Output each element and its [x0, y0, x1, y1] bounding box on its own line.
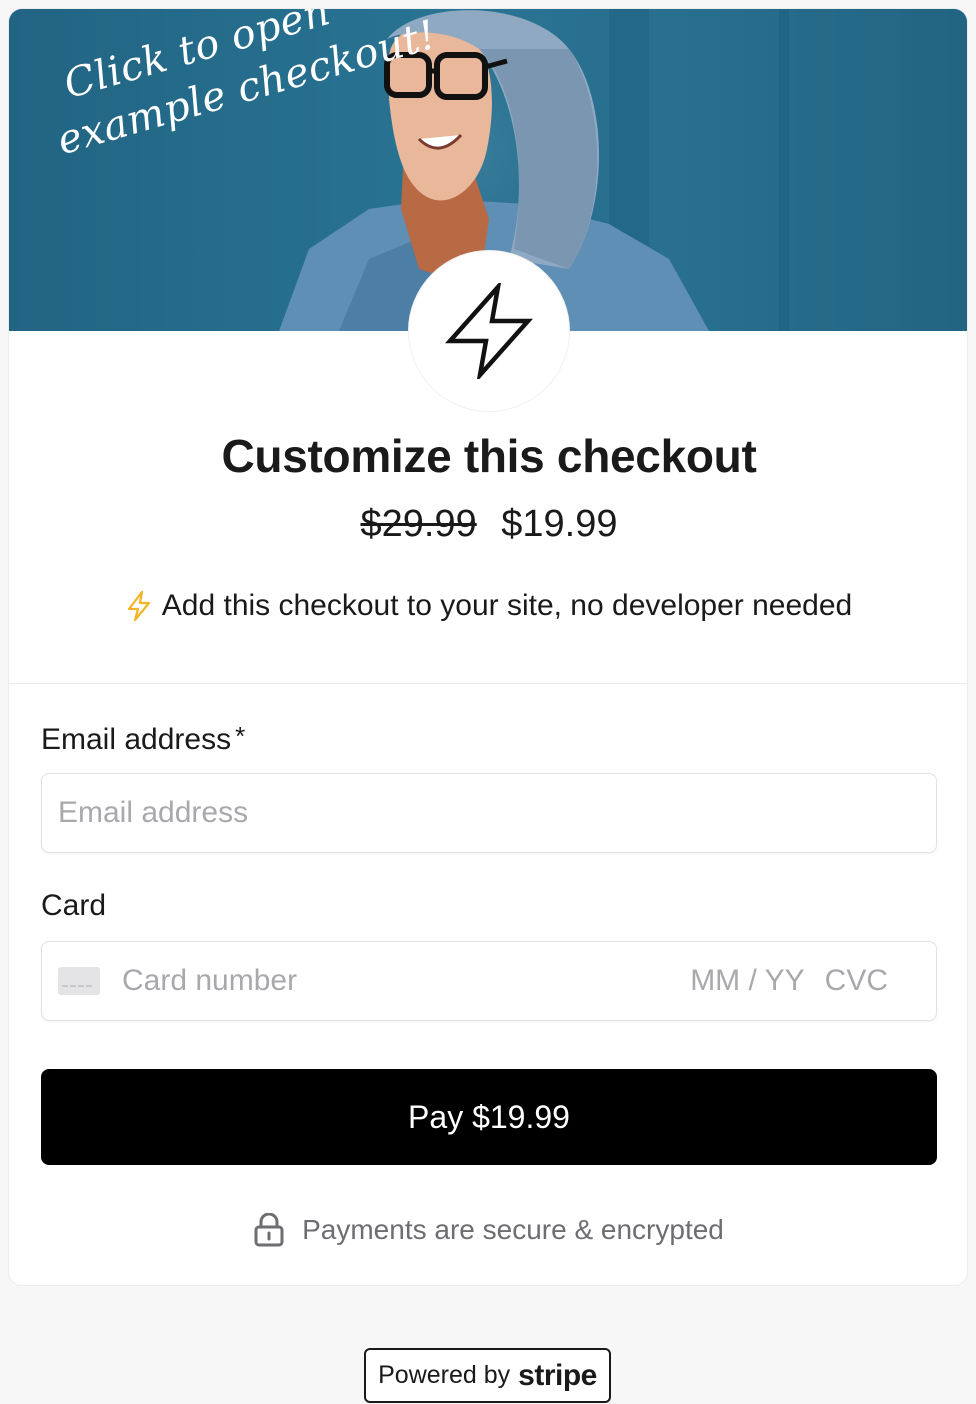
lightning-bolt-icon: [444, 283, 534, 379]
pay-button[interactable]: Pay $19.99: [41, 1069, 937, 1165]
price-row: $29.99 $19.99: [9, 503, 967, 546]
credit-card-icon: [58, 967, 100, 995]
secure-notice-text: Payments are secure & encrypted: [302, 1214, 724, 1245]
required-mark: *: [235, 721, 246, 751]
card-number-input[interactable]: Card number: [122, 964, 690, 998]
card-expiry-input[interactable]: MM / YY: [690, 964, 804, 998]
product-description-text: Add this checkout to your site, no devel…: [161, 589, 853, 622]
email-field-wrapper: [41, 773, 937, 853]
product-title: Customize this checkout: [221, 430, 757, 482]
original-price: $29.99: [360, 503, 477, 545]
card-label: Card: [41, 889, 107, 922]
email-label-text: Email address: [41, 723, 232, 756]
powered-by-stripe-badge[interactable]: Powered by stripe: [364, 1348, 611, 1403]
lock-icon: [254, 1213, 284, 1247]
section-divider: [9, 683, 967, 684]
email-field[interactable]: [42, 774, 936, 852]
checkout-card: Click to open example checkout! Customiz…: [8, 8, 968, 1286]
lightning-bolt-icon: [127, 590, 150, 622]
stripe-logo: stripe: [518, 1358, 597, 1392]
powered-by-text: Powered by: [378, 1361, 511, 1389]
secure-notice: Payments are secure & encrypted: [9, 1213, 967, 1247]
product-description: Add this checkout to your site, no devel…: [9, 589, 967, 623]
current-price: $19.99: [501, 503, 618, 545]
card-cvc-input[interactable]: CVC: [825, 964, 888, 998]
email-label: Email address *: [41, 721, 245, 757]
brand-logo: [408, 250, 570, 412]
card-field[interactable]: Card number MM / YY CVC: [41, 941, 937, 1021]
